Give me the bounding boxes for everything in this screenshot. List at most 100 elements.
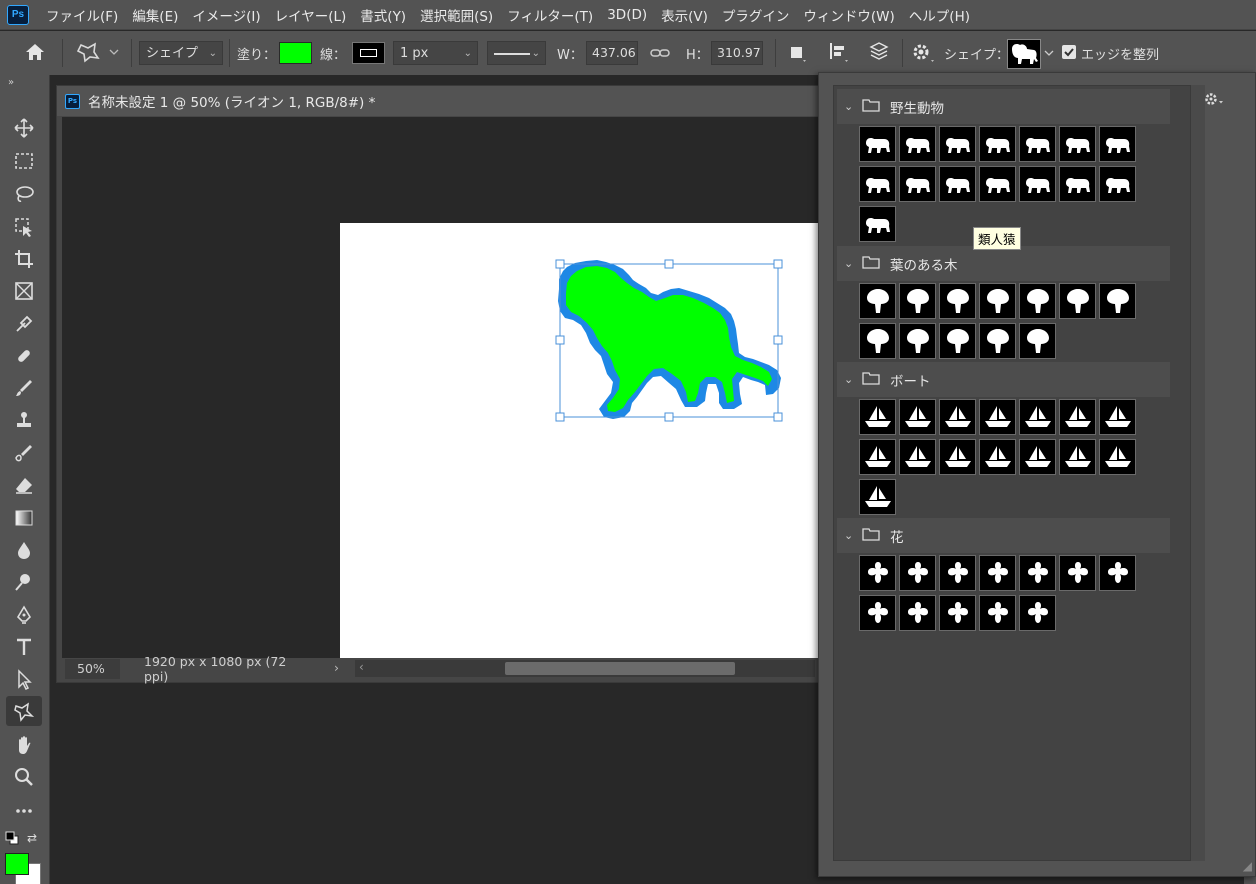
- zoom-tool-icon[interactable]: [6, 762, 42, 792]
- menu-layer[interactable]: レイヤー(L): [268, 5, 354, 25]
- more-tools-icon[interactable]: [6, 796, 42, 826]
- chevron-down-icon[interactable]: ⌄: [844, 529, 858, 542]
- stroke-width-field[interactable]: 1 px ⌄: [393, 41, 478, 65]
- shape-thumb-flower-5[interactable]: [1019, 555, 1056, 591]
- brush-tool-icon[interactable]: [6, 373, 42, 403]
- shape-group-header[interactable]: ⌄ 花: [837, 518, 1170, 553]
- home-icon[interactable]: [22, 39, 50, 65]
- path-alignment-icon[interactable]: [826, 39, 852, 65]
- gradient-tool-icon[interactable]: [6, 503, 42, 533]
- default-colors-icon[interactable]: [5, 831, 19, 849]
- document-tab[interactable]: Ps 名称未設定 1 @ 50% (ライオン 1, RGB/8#) *: [57, 86, 827, 116]
- healing-brush-tool-icon[interactable]: [6, 341, 42, 371]
- resize-grip-icon[interactable]: ◢: [1243, 859, 1252, 873]
- shape-thumb-turtle[interactable]: [1099, 126, 1136, 162]
- shape-thumb-ship-2[interactable]: [939, 439, 976, 475]
- shape-thumb-tree-2[interactable]: [899, 283, 936, 319]
- shape-thumb-sailboat-2[interactable]: [859, 439, 896, 475]
- stroke-type-dropdown[interactable]: ⌄: [487, 41, 546, 65]
- eyedropper-tool-icon[interactable]: [6, 309, 42, 339]
- shape-thumb-wolf[interactable]: [1019, 126, 1056, 162]
- shape-thumb-yacht[interactable]: [979, 439, 1016, 475]
- shape-thumb-flower-8[interactable]: [859, 595, 896, 631]
- blur-tool-icon[interactable]: [6, 535, 42, 565]
- shape-thumb-elephant[interactable]: [1019, 166, 1056, 202]
- shape-thumb-tree-5[interactable]: [1059, 283, 1096, 319]
- scrollbar-thumb[interactable]: [505, 662, 735, 675]
- shape-thumb-flower-9[interactable]: [899, 595, 936, 631]
- menu-edit[interactable]: 編集(E): [125, 5, 185, 25]
- type-tool-icon[interactable]: [6, 632, 42, 662]
- dodge-tool-icon[interactable]: [6, 567, 42, 597]
- shape-thumb-lion[interactable]: [899, 126, 936, 162]
- collapse-icon[interactable]: »: [8, 77, 14, 88]
- shape-thumb-cheetah[interactable]: [1059, 166, 1096, 202]
- marquee-tool-icon[interactable]: [6, 146, 42, 176]
- tool-preset-picker[interactable]: [75, 39, 125, 65]
- eraser-tool-icon[interactable]: [6, 470, 42, 500]
- menu-view[interactable]: 表示(V): [654, 5, 715, 25]
- shape-thumb-sailboat-3[interactable]: [899, 439, 936, 475]
- lion-shape-layer[interactable]: [62, 117, 818, 658]
- shape-thumb-ship-5[interactable]: [1099, 439, 1136, 475]
- shape-thumb-giraffe[interactable]: [859, 166, 896, 202]
- shape-thumb-boat[interactable]: [899, 399, 936, 435]
- shape-thumb-ship-3[interactable]: [1019, 439, 1056, 475]
- shape-thumb-tree-7[interactable]: [859, 323, 896, 359]
- shape-thumb-tree-6[interactable]: [1099, 283, 1136, 319]
- shape-thumb-moose[interactable]: [1099, 166, 1136, 202]
- menu-plugins[interactable]: プラグイン: [715, 5, 797, 25]
- path-arrangement-icon[interactable]: [866, 39, 892, 65]
- custom-shape-tool-icon[interactable]: [6, 696, 42, 726]
- menu-help[interactable]: ヘルプ(H): [902, 5, 977, 25]
- menu-file[interactable]: ファイル(F): [39, 5, 125, 25]
- status-menu-arrow-icon[interactable]: ›: [334, 660, 339, 675]
- menu-select[interactable]: 選択範囲(S): [413, 5, 500, 25]
- panel-settings-gear-icon[interactable]: [1203, 91, 1225, 111]
- link-icon[interactable]: [649, 43, 671, 69]
- shape-thumb-flower-11[interactable]: [979, 595, 1016, 631]
- shape-picker-preview[interactable]: [1007, 39, 1041, 69]
- shape-thumb-flower-6[interactable]: [1059, 555, 1096, 591]
- shape-thumb-flower-1[interactable]: [859, 555, 896, 591]
- shape-picker-dropdown[interactable]: [1042, 41, 1056, 67]
- shape-thumb-schooner[interactable]: [1099, 399, 1136, 435]
- shape-thumb-camel[interactable]: [1059, 126, 1096, 162]
- shape-thumb-polar-bear[interactable]: [859, 126, 896, 162]
- shape-thumb-tree-3[interactable]: [979, 283, 1016, 319]
- shape-thumb-flower-4[interactable]: [979, 555, 1016, 591]
- shape-thumb-motorboat[interactable]: [979, 399, 1016, 435]
- path-selection-tool-icon[interactable]: [6, 664, 42, 694]
- shape-thumb-tree-1[interactable]: [859, 283, 896, 319]
- shape-thumb-tree-8[interactable]: [899, 323, 936, 359]
- menu-window[interactable]: ウィンドウ(W): [796, 5, 901, 25]
- shape-thumb-kangaroo[interactable]: [899, 166, 936, 202]
- shape-thumb-flower-2[interactable]: [899, 555, 936, 591]
- panel-scrollbar[interactable]: [1191, 85, 1205, 861]
- hand-tool-icon[interactable]: [6, 730, 42, 760]
- shape-thumb-rhino[interactable]: [939, 126, 976, 162]
- shape-thumb-gorilla[interactable]: [939, 166, 976, 202]
- align-edges-checkbox[interactable]: [1062, 45, 1076, 59]
- frame-tool-icon[interactable]: [6, 276, 42, 306]
- shape-thumb-tree-9[interactable]: [1019, 323, 1056, 359]
- document-info[interactable]: 1920 px x 1080 px (72 ppi): [144, 654, 314, 684]
- object-selection-tool-icon[interactable]: [6, 212, 42, 242]
- stamp-tool-icon[interactable]: [6, 405, 42, 435]
- history-brush-tool-icon[interactable]: [6, 438, 42, 468]
- chevron-down-icon[interactable]: ⌄: [844, 257, 858, 270]
- menu-filter[interactable]: フィルター(T): [500, 5, 600, 25]
- shape-thumb-submarine[interactable]: [859, 479, 896, 515]
- shape-thumb-speedboat[interactable]: [1059, 399, 1096, 435]
- shape-thumb-gazelle[interactable]: [979, 166, 1016, 202]
- scroll-left-icon[interactable]: ‹: [359, 660, 364, 674]
- zoom-field[interactable]: 50%: [65, 659, 120, 679]
- crop-tool-icon[interactable]: [6, 244, 42, 274]
- shape-thumb-bird[interactable]: [979, 126, 1016, 162]
- menu-type[interactable]: 書式(Y): [353, 5, 413, 25]
- menu-3d[interactable]: 3D(D): [600, 7, 654, 23]
- shape-thumb-flower-10[interactable]: [939, 595, 976, 631]
- shape-list[interactable]: ⌄ 野生動物 ⌄ 葉のある木 ⌄ ボート ⌄ 花 類人猿: [833, 85, 1191, 861]
- canvas-area[interactable]: [62, 117, 818, 658]
- width-field[interactable]: 437.06: [586, 41, 638, 65]
